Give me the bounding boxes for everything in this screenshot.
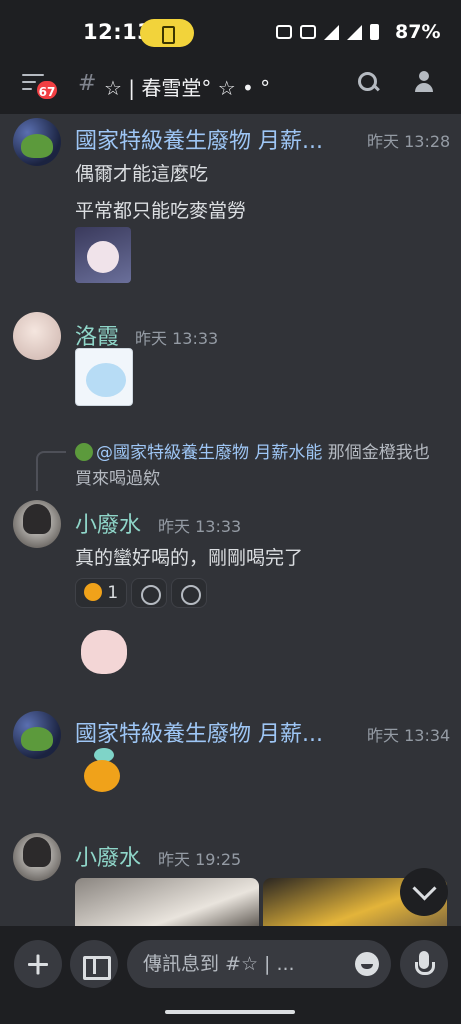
vibrate-icon (300, 25, 316, 39)
message-timestamp: 昨天 13:34 (367, 726, 451, 745)
add-super-reaction-button[interactable] (171, 578, 207, 608)
status-bar: 12:13 87% (0, 0, 461, 64)
sticker-image[interactable] (75, 624, 133, 680)
message-author[interactable]: 國家特級養生廢物 月薪... (75, 123, 323, 155)
reply-preview[interactable]: @國家特級養生廢物 月薪水能 那個金橙我也買來喝過欸 (75, 440, 445, 492)
message-timestamp: 昨天 13:33 (135, 329, 219, 348)
message-list[interactable]: 國家特級養生廢物 月薪... 昨天 13:28 偶爾才能這麼吃 平常都只能吃麥當… (0, 114, 461, 926)
channel-name[interactable]: ☆ | 春雪堂° ☆ • ° (104, 72, 270, 101)
avatar[interactable] (13, 833, 61, 881)
message-composer (0, 926, 461, 1024)
home-indicator (165, 1010, 295, 1014)
battery-icon (370, 24, 379, 40)
message-text: 平常都只能吃麥當勞 (75, 200, 247, 222)
reply-mention[interactable]: @國家特級養生廢物 月薪水能 (96, 443, 322, 463)
locked-channel-icon: # (78, 71, 97, 96)
battery-saver-icon (140, 19, 194, 47)
avatar[interactable] (13, 312, 61, 360)
bee-emoji-icon (84, 583, 102, 601)
sticker-image[interactable] (78, 748, 130, 800)
scroll-to-bottom-button[interactable] (400, 868, 448, 916)
sticker-image[interactable] (75, 227, 131, 283)
microphone-icon[interactable] (400, 940, 448, 988)
message-author[interactable]: 小廢水 (75, 507, 141, 539)
reaction-count: 1 (107, 583, 119, 603)
message-author[interactable]: 洛霞 (75, 319, 119, 351)
message-text: 真的蠻好喝的，剛剛喝完了 (75, 547, 304, 569)
message-author[interactable]: 國家特級養生廢物 月薪... (75, 716, 323, 748)
plus-icon[interactable] (14, 940, 62, 988)
avatar[interactable] (13, 711, 61, 759)
unread-badge: 67 (35, 79, 59, 101)
reply-avatar (75, 443, 93, 461)
photo-attachment[interactable] (75, 878, 259, 926)
message-input[interactable] (143, 940, 343, 988)
message-timestamp: 昨天 19:25 (158, 850, 242, 869)
hd-icon (276, 25, 292, 39)
search-icon[interactable] (358, 72, 380, 94)
reaction-bee[interactable]: 1 (75, 578, 127, 608)
avatar[interactable] (13, 500, 61, 548)
gift-icon[interactable] (70, 940, 118, 988)
battery-percent: 87% (395, 21, 441, 43)
system-icons (276, 24, 379, 40)
signal-icon (347, 24, 362, 40)
avatar[interactable] (13, 118, 61, 166)
wifi-icon (324, 24, 339, 40)
add-reaction-button[interactable] (131, 578, 167, 608)
message-text: 偶爾才能這麼吃 (75, 163, 209, 185)
emoji-picker-icon[interactable] (355, 952, 379, 976)
message-input-wrapper[interactable] (127, 940, 391, 988)
sticker-image[interactable] (75, 348, 133, 406)
channel-header: 67 # ☆ | 春雪堂° ☆ • ° (0, 64, 461, 114)
members-icon[interactable] (412, 71, 438, 95)
message-author[interactable]: 小廢水 (75, 840, 141, 872)
message-timestamp: 昨天 13:28 (367, 132, 451, 151)
message-timestamp: 昨天 13:33 (158, 517, 242, 536)
reply-connector (36, 451, 66, 491)
